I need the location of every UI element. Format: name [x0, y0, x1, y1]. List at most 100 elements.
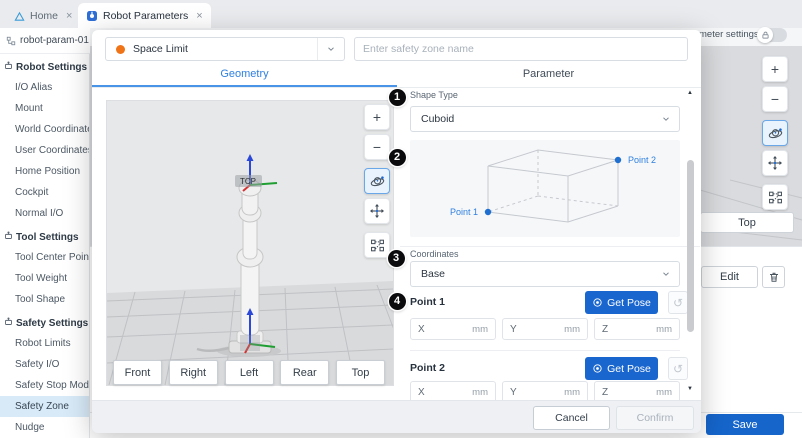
scroll-down-icon[interactable]: ▼ [685, 386, 695, 392]
annotation-badge-1: 1 [389, 89, 406, 106]
settings-sidebar: Robot SettingsI/O AliasMountWorld Coordi… [0, 54, 90, 438]
sidebar-item-normal-i-o[interactable]: Normal I/O [0, 203, 89, 224]
view-right-button[interactable]: Right [169, 360, 218, 385]
tab-home[interactable]: Home × [6, 4, 80, 28]
delete-zone-button[interactable] [762, 266, 785, 288]
sidebar-item-robot-limits[interactable]: Robot Limits [0, 333, 89, 354]
tab-geometry[interactable]: Geometry [92, 61, 397, 87]
parameter-settings-text: meter settings. [699, 29, 761, 40]
point2-reset-button[interactable]: ↺ [668, 357, 688, 380]
sidebar-item-safety-stop-modes[interactable]: Safety Stop Modes [0, 375, 89, 396]
target-icon [592, 297, 603, 308]
shape-type-label: Shape Type [410, 90, 458, 100]
orbit-tool-button[interactable] [762, 120, 788, 146]
file-tab[interactable]: robot-param-01 [0, 28, 90, 54]
panel-divider [400, 246, 700, 247]
shape-type-value: Cuboid [421, 113, 454, 125]
target-icon [592, 363, 603, 374]
lock-icon [757, 27, 773, 43]
panel-divider [410, 350, 680, 351]
annotation-badge-4: 4 [389, 293, 406, 310]
settings-lock-toggle[interactable] [757, 28, 787, 42]
axis-label: Z [595, 324, 608, 335]
edit-button[interactable]: Edit [701, 266, 758, 288]
robot-parameters-icon [86, 10, 98, 22]
coordinates-select[interactable]: Base [410, 261, 680, 287]
sidebar-item-home-position[interactable]: Home Position [0, 161, 89, 182]
point2-y-input[interactable] [517, 387, 565, 398]
undo-icon: ↺ [673, 296, 683, 310]
measure-tool-button[interactable] [762, 184, 788, 210]
view-top-button[interactable]: Top [336, 360, 385, 385]
point1-reset-button[interactable]: ↺ [668, 291, 688, 314]
point2-get-pose-label: Get Pose [607, 363, 651, 375]
shape-type-select[interactable]: Cuboid [410, 106, 680, 132]
point2-z-input[interactable] [608, 387, 656, 398]
sidebar-item-cockpit[interactable]: Cockpit [0, 182, 89, 203]
unit-label: mm [656, 387, 679, 398]
sidebar-item-tool-weight[interactable]: Tool Weight [0, 268, 89, 289]
scroll-up-icon[interactable]: ▲ [685, 90, 695, 96]
view-rear-button[interactable]: Rear [280, 360, 329, 385]
point1-y-input[interactable] [517, 324, 565, 335]
tab-robot-parameters[interactable]: Robot Parameters × [78, 3, 211, 28]
sidebar-item-user-coordinates[interactable]: User Coordinates [0, 140, 89, 161]
point1-title: Point 1 [410, 296, 445, 308]
minus-tool-button[interactable]: − [762, 86, 788, 112]
sidebar-item-tool-shape[interactable]: Tool Shape [0, 289, 89, 310]
point1-z-field[interactable]: Zmm [594, 318, 680, 340]
point1-x-input[interactable] [425, 324, 473, 335]
point1-z-input[interactable] [608, 324, 656, 335]
unit-label: mm [472, 324, 495, 335]
sidebar-item-mount[interactable]: Mount [0, 98, 89, 119]
trash-icon [768, 271, 780, 283]
zone-type-select[interactable]: Space Limit [105, 37, 345, 61]
robot-section-icon [4, 61, 13, 73]
axis-label: Y [503, 324, 517, 335]
robot-section-icon [4, 317, 13, 329]
confirm-button: Confirm [616, 406, 694, 430]
annotation-badge-2: 2 [389, 149, 406, 166]
tab-robot-parameters-close-icon[interactable]: × [196, 10, 202, 22]
view-left-button[interactable]: Left [225, 360, 274, 385]
pan-icon [369, 203, 385, 219]
sidebar-item-world-coordinates[interactable]: World Coordinates [0, 119, 89, 140]
tab-home-close-icon[interactable]: × [66, 10, 72, 22]
point1-y-field[interactable]: Ymm [502, 318, 588, 340]
sidebar-item-i-o-alias[interactable]: I/O Alias [0, 77, 89, 98]
zone-name-input[interactable] [354, 37, 688, 61]
tab-divider [92, 87, 701, 88]
sidebar-item-safety-i-o[interactable]: Safety I/O [0, 354, 89, 375]
zone-type-value: Space Limit [133, 43, 188, 55]
save-button[interactable]: Save [706, 414, 784, 435]
diagram-point1-label: Point 1 [450, 207, 478, 217]
diagram-point2-label: Point 2 [628, 155, 656, 165]
orbit-tool-button[interactable] [364, 168, 390, 194]
pan-tool-button[interactable] [364, 198, 390, 224]
cuboid-diagram: Point 1 Point 2 [410, 140, 680, 237]
tab-parameter[interactable]: Parameter [396, 61, 701, 87]
axis-label: Y [503, 387, 517, 398]
view-top-button-underlying[interactable]: Top [700, 212, 794, 233]
sidebar-item-safety-zone[interactable]: Safety Zone [0, 396, 89, 417]
panel-scrollbar-thumb[interactable] [687, 160, 694, 332]
point1-get-pose-label: Get Pose [607, 297, 651, 309]
view-front-button[interactable]: Front [113, 360, 162, 385]
cancel-button[interactable]: Cancel [533, 406, 610, 430]
modal-3d-viewport[interactable]: TCP [106, 100, 394, 386]
plus-tool-button[interactable]: + [762, 56, 788, 82]
pan-tool-button[interactable] [762, 150, 788, 176]
measure-tool-button[interactable] [364, 232, 390, 258]
orbit-icon [767, 125, 784, 142]
point1-x-field[interactable]: Xmm [410, 318, 496, 340]
point1-get-pose-button[interactable]: Get Pose [585, 291, 658, 314]
tab-home-label: Home [30, 10, 58, 22]
plus-tool-button[interactable]: + [364, 104, 390, 130]
sidebar-item-nudge[interactable]: Nudge [0, 417, 89, 438]
browser-tab-bar: Home × Robot Parameters × [0, 0, 802, 28]
point2-x-input[interactable] [425, 387, 473, 398]
undo-icon: ↺ [673, 362, 683, 376]
minus-tool-button[interactable]: − [364, 134, 390, 160]
point2-get-pose-button[interactable]: Get Pose [585, 357, 658, 380]
sidebar-item-tool-center-point[interactable]: Tool Center Point [0, 247, 89, 268]
